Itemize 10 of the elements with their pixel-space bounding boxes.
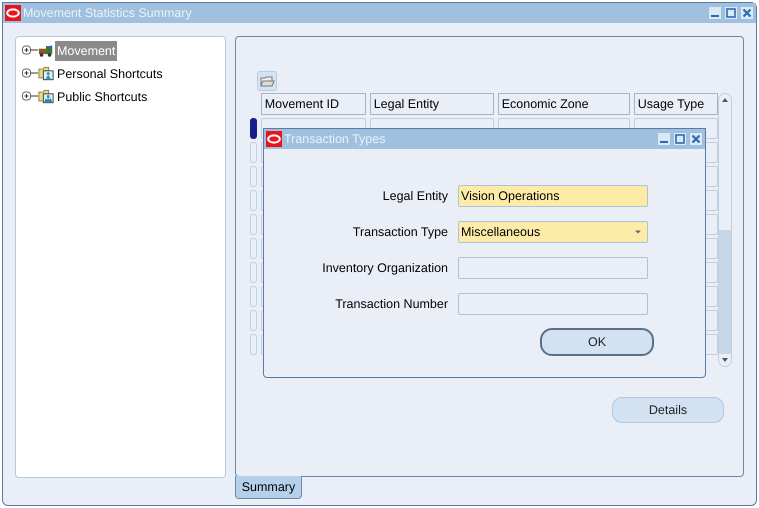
field-label: Legal Entity xyxy=(382,189,449,203)
column-header: Movement ID xyxy=(260,93,366,115)
column-header: Usage Type xyxy=(634,93,718,115)
field-label: Transaction Number xyxy=(334,297,449,311)
column-header: Economic Zone xyxy=(498,93,630,115)
window-title: Movement Statistics Summary xyxy=(23,6,193,20)
field-label: Transaction Type xyxy=(352,225,449,239)
column-header: Legal Entity xyxy=(370,93,494,115)
field-label: Inventory Organization xyxy=(321,261,449,275)
dialog-title: Transaction Types xyxy=(284,132,386,146)
